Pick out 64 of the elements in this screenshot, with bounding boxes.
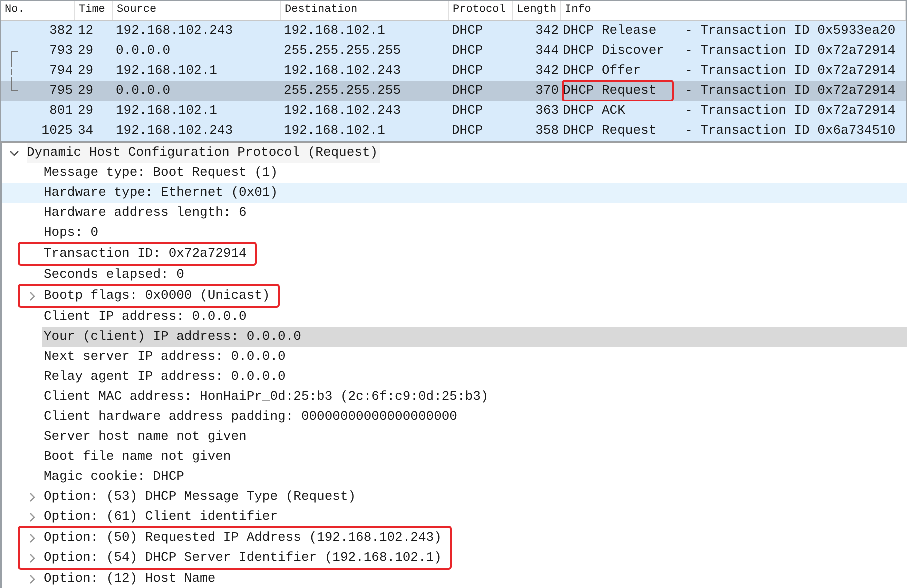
- protocol-cell-text: DHCP: [452, 122, 484, 140]
- packet-row[interactable]: 795 29 0.0.0.0 255.255.255.255 DHCP 370 DHCP Request - Transaction ID 0x72a72914: [1, 81, 906, 101]
- length-cell-text: 363: [536, 102, 559, 120]
- number-cell-text: 1025: [42, 122, 73, 140]
- info-message: DHCP ACK: [563, 102, 626, 120]
- destination-cell-text: 255.255.255.255: [284, 42, 402, 60]
- number-cell-text: 801: [50, 102, 73, 120]
- protocol-cell-text: DHCP: [452, 42, 484, 60]
- destination-cell-text: 192.168.102.243: [284, 62, 402, 80]
- info-transaction: - Transaction ID 0x72a72914: [685, 82, 896, 100]
- info-message: DHCP Release: [563, 22, 658, 40]
- source-cell-text: 192.168.102.1: [116, 62, 218, 80]
- length-cell-text: 358: [536, 122, 559, 140]
- time-cell-text: 29: [78, 102, 94, 120]
- protocol-cell-text: DHCP: [452, 82, 484, 100]
- info-transaction: - Transaction ID 0x6a734510: [685, 122, 896, 140]
- source-cell-text: 192.168.102.243: [116, 122, 234, 140]
- info-message: DHCP Discover: [563, 42, 666, 60]
- chevron-right-icon[interactable]: [30, 492, 35, 502]
- protocol-cell-text: DHCP: [452, 102, 484, 120]
- column-header[interactable]: Info: [561, 1, 906, 20]
- column-header[interactable]: No.: [1, 1, 75, 20]
- column-header[interactable]: Destination: [281, 1, 449, 20]
- info-transaction: - Transaction ID 0x72a72914: [685, 62, 896, 80]
- number-cell-text: 794: [50, 62, 73, 80]
- number-cell-text: 382: [50, 22, 73, 40]
- chevron-right-icon[interactable]: [30, 512, 35, 522]
- column-header[interactable]: Source: [113, 1, 281, 20]
- time-cell-text: 29: [78, 82, 94, 100]
- number-cell-text: 795: [50, 82, 73, 100]
- chevron-down-icon[interactable]: [10, 150, 19, 156]
- source-cell-text: 0.0.0.0: [116, 82, 171, 100]
- length-cell-text: 342: [536, 22, 559, 40]
- length-cell-text: 344: [536, 42, 559, 60]
- source-cell-text: 192.168.102.243: [116, 22, 234, 40]
- number-cell-text: 793: [50, 42, 73, 60]
- destination-cell-text: 192.168.102.1: [284, 22, 386, 40]
- info-message: DHCP Request: [563, 122, 658, 140]
- length-cell-text: 342: [536, 62, 559, 80]
- time-cell-text: 29: [78, 62, 94, 80]
- time-cell-text: 12: [78, 22, 94, 40]
- source-cell-text: 0.0.0.0: [116, 42, 171, 60]
- chevron-right-icon[interactable]: [30, 574, 35, 584]
- chevron-right-icon[interactable]: [30, 292, 35, 300]
- protocol-cell-text: DHCP: [452, 62, 484, 80]
- length-cell-text: 370: [536, 82, 559, 100]
- source-cell-text: 192.168.102.1: [116, 102, 218, 120]
- info-transaction: - Transaction ID 0x72a72914: [685, 42, 896, 60]
- info-message: DHCP Offer: [563, 62, 642, 80]
- protocol-cell-text: DHCP: [452, 22, 484, 40]
- protocol-tree-header[interactable]: Dynamic Host Configuration Protocol (Request): [27, 143, 380, 163]
- time-cell-text: 34: [78, 122, 94, 140]
- column-header[interactable]: Time: [75, 1, 113, 20]
- info-transaction: - Transaction ID 0x5933ea20: [685, 22, 896, 40]
- destination-cell-text: 192.168.102.1: [284, 122, 386, 140]
- column-header[interactable]: Length: [513, 1, 561, 20]
- destination-cell-text: 192.168.102.243: [284, 102, 402, 120]
- chevron-right-icon[interactable]: [30, 554, 35, 562]
- time-cell-text: 29: [78, 42, 94, 60]
- chevron-right-icon[interactable]: [30, 534, 35, 542]
- column-header[interactable]: Protocol: [449, 1, 513, 20]
- info-message: DHCP Request: [563, 81, 673, 101]
- info-transaction: - Transaction ID 0x72a72914: [685, 102, 896, 120]
- destination-cell-text: 255.255.255.255: [284, 82, 402, 100]
